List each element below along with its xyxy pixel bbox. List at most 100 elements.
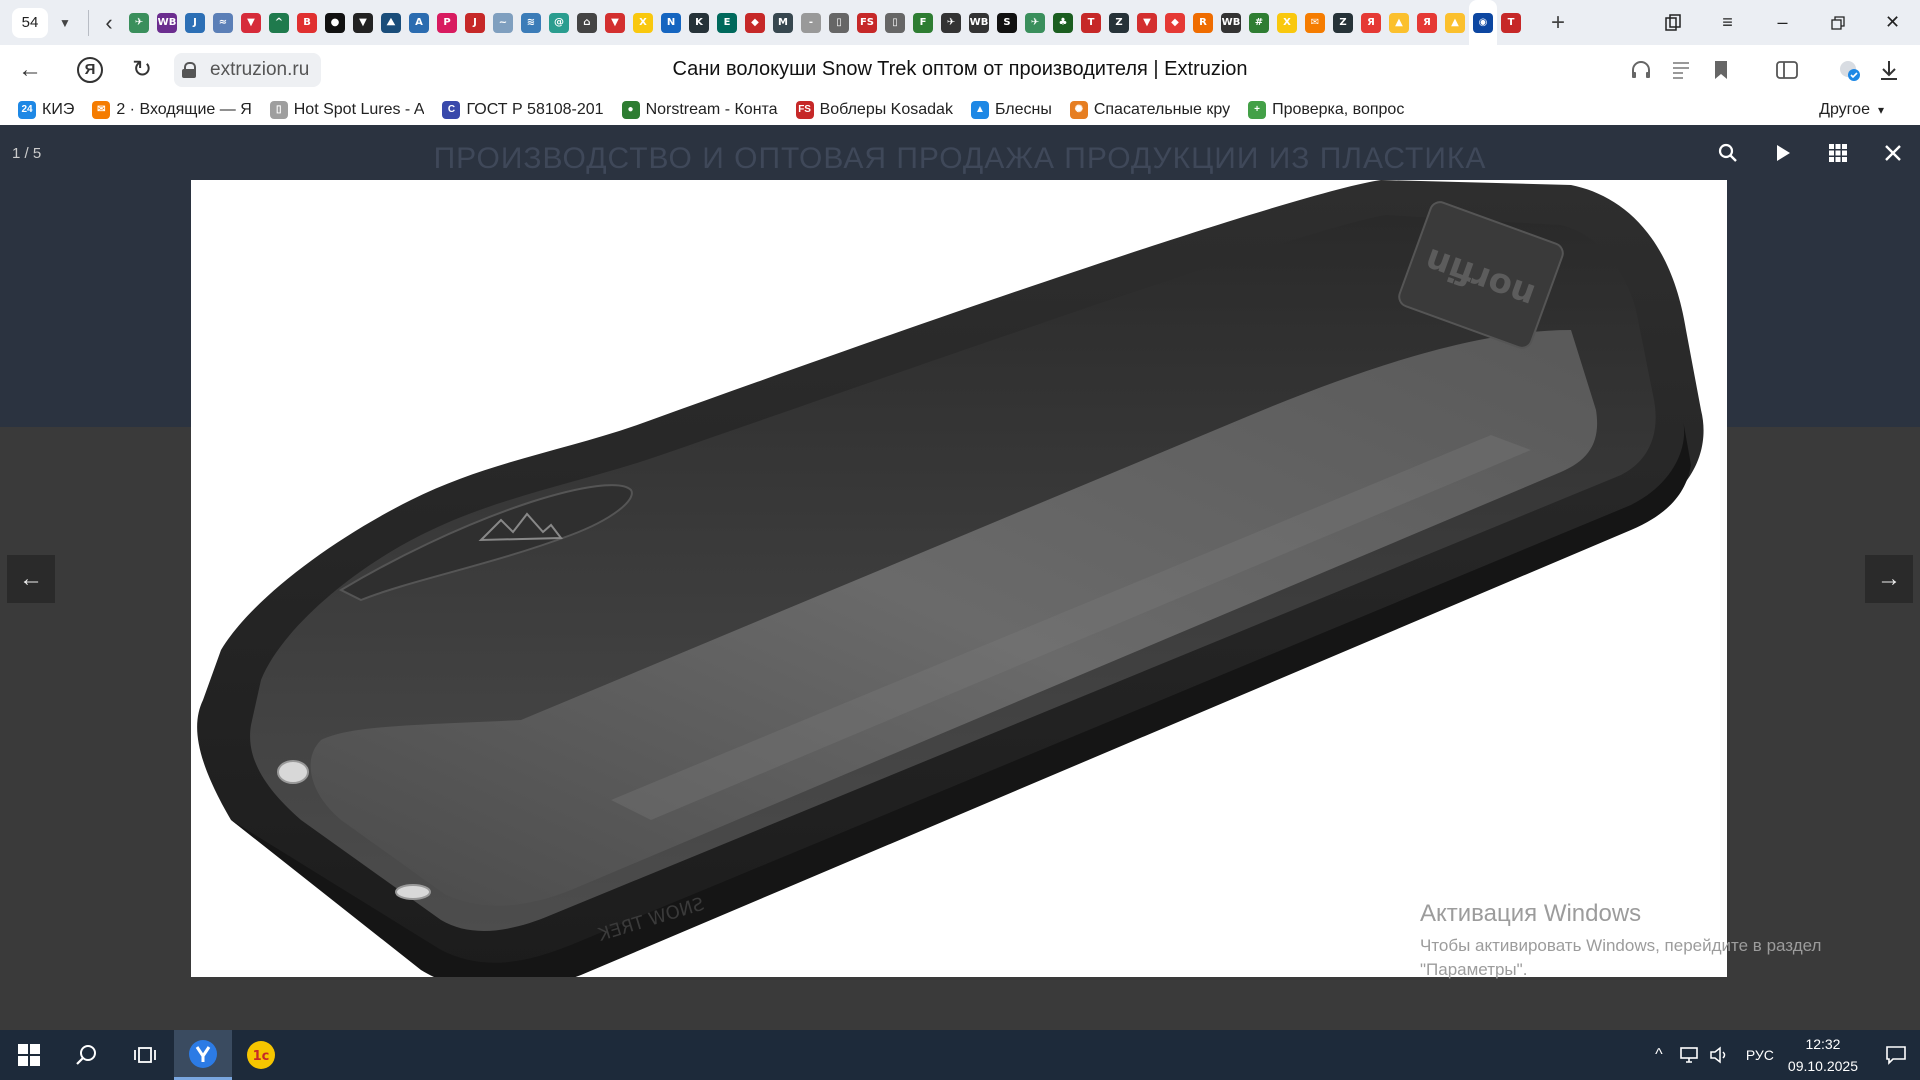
tab-count-button[interactable]: 54 [12, 7, 48, 38]
browser-tab[interactable]: WB [1217, 0, 1245, 45]
browser-tab[interactable]: F [909, 0, 937, 45]
browser-tab[interactable]: X [629, 0, 657, 45]
url-field[interactable]: extruzion.ru [174, 52, 322, 87]
x-icon: X [1277, 12, 1297, 33]
browser-tab[interactable]: ✈ [125, 0, 153, 45]
clock[interactable]: 12:32 09.10.2025 [1788, 1033, 1858, 1077]
bookmark-item[interactable]: 24 КИЭ [18, 100, 74, 119]
back-button[interactable]: ← [8, 50, 52, 90]
browser-tab[interactable]: ◆ [1161, 0, 1189, 45]
browser-tab[interactable]: - [797, 0, 825, 45]
browser-tab[interactable]: @ [545, 0, 573, 45]
browser-tab[interactable]: A [405, 0, 433, 45]
browser-tab[interactable]: ≋ [517, 0, 545, 45]
network-icon[interactable] [1674, 1046, 1704, 1064]
browser-tab[interactable]: P [433, 0, 461, 45]
close-window-button[interactable]: ✕ [1865, 0, 1920, 45]
browser-tab[interactable]: S [993, 0, 1021, 45]
bookmark-item[interactable]: ▯ Hot Spot Lures - A [269, 100, 424, 119]
browser-tab[interactable]: ● [321, 0, 349, 45]
extension-status-icon[interactable] [1832, 53, 1866, 87]
mail-icon: ✉ [92, 100, 111, 119]
zoom-search-icon[interactable] [1700, 125, 1755, 181]
browser-tab[interactable]: ◉ [1469, 0, 1497, 45]
browser-tab[interactable]: WB [965, 0, 993, 45]
browser-tab[interactable]: J [181, 0, 209, 45]
browser-tab[interactable]: J [461, 0, 489, 45]
browser-tab[interactable]: K [685, 0, 713, 45]
browser-tab[interactable]: ≈ [209, 0, 237, 45]
browser-tab[interactable]: ▲ [1441, 0, 1469, 45]
menu-icon[interactable]: ≡ [1700, 0, 1755, 45]
lightbox-tools [1700, 125, 1920, 181]
search-button[interactable] [58, 1030, 116, 1080]
taskbar-1c[interactable]: 1с [232, 1030, 290, 1080]
chevron-down-icon[interactable]: ▼ [54, 8, 76, 38]
browser-tab[interactable]: ⌂ [573, 0, 601, 45]
browser-tab[interactable]: Я [1413, 0, 1441, 45]
browser-tab[interactable]: R [1189, 0, 1217, 45]
chevron-up-icon[interactable]: ^ [1644, 1046, 1674, 1064]
browser-tab[interactable]: T [1077, 0, 1105, 45]
bookmark-item[interactable]: ✺ Спасательные кру [1069, 100, 1230, 119]
yandex-button[interactable]: Я [68, 50, 112, 90]
minimize-button[interactable]: – [1755, 0, 1810, 45]
browser-tab[interactable]: ▼ [349, 0, 377, 45]
browser-tab[interactable]: Я [1357, 0, 1385, 45]
browser-tab[interactable]: Z [1105, 0, 1133, 45]
chevron-left-icon[interactable]: ‹ [99, 10, 119, 36]
language-indicator[interactable]: РУС [1746, 1047, 1774, 1063]
browser-tab[interactable]: # [1245, 0, 1273, 45]
browser-tab[interactable]: ✈ [937, 0, 965, 45]
browser-tab[interactable]: ◆ [741, 0, 769, 45]
bookmark-item[interactable]: ● Norstream - Конта [621, 100, 778, 119]
bookmark-item[interactable]: FS Воблеры Kosadak [795, 100, 953, 119]
download-icon[interactable] [1872, 53, 1906, 87]
bookmark-label: Блесны [994, 100, 1052, 118]
browser-tab[interactable]: M [769, 0, 797, 45]
volume-icon[interactable] [1704, 1046, 1734, 1064]
grid-icon[interactable] [1810, 125, 1865, 181]
browser-tab[interactable]: ⛰ [377, 0, 405, 45]
bookmark-item[interactable]: ▲ Блесны [970, 100, 1052, 119]
browser-tab[interactable]: B [293, 0, 321, 45]
browser-tab[interactable]: ~ [489, 0, 517, 45]
collections-icon[interactable] [1645, 0, 1700, 45]
browser-tab[interactable]: T [1497, 0, 1525, 45]
browser-tab[interactable]: ▼ [237, 0, 265, 45]
next-slide-button[interactable]: → [1865, 555, 1913, 603]
reader-icon[interactable] [1664, 53, 1698, 87]
sidebar-icon[interactable] [1770, 53, 1804, 87]
browser-tab[interactable]: ♣ [1049, 0, 1077, 45]
notifications-button[interactable] [1872, 1030, 1920, 1080]
taskbar-yandex-browser[interactable] [174, 1030, 232, 1080]
browser-tab[interactable]: WB [153, 0, 181, 45]
bookmark-item[interactable]: + Проверка, вопрос [1248, 100, 1404, 119]
bookmarks-other-folder[interactable]: Другое ▾ [1819, 94, 1884, 125]
reload-button[interactable]: ↻ [120, 50, 164, 90]
play-icon[interactable] [1755, 125, 1810, 181]
browser-tab[interactable]: FS [853, 0, 881, 45]
new-tab-button[interactable]: + [1543, 9, 1573, 37]
browser-tab[interactable]: N [657, 0, 685, 45]
browser-tab[interactable]: E [713, 0, 741, 45]
browser-tab[interactable]: Z [1329, 0, 1357, 45]
task-view-button[interactable] [116, 1030, 174, 1080]
headphones-icon[interactable] [1624, 53, 1658, 87]
start-button[interactable] [0, 1030, 58, 1080]
browser-tab[interactable]: ▼ [1133, 0, 1161, 45]
browser-tab[interactable]: ▯ [881, 0, 909, 45]
browser-tab[interactable]: ▼ [601, 0, 629, 45]
browser-tab[interactable]: ✉ [1301, 0, 1329, 45]
prev-slide-button[interactable]: ← [7, 555, 55, 603]
bookmark-icon[interactable] [1704, 53, 1738, 87]
bookmark-item[interactable]: C ГОСТ Р 58108-201 [442, 100, 604, 119]
browser-tab[interactable]: ▲ [1385, 0, 1413, 45]
close-icon[interactable] [1865, 125, 1920, 181]
browser-tab[interactable]: ✈ [1021, 0, 1049, 45]
browser-tab[interactable]: ▯ [825, 0, 853, 45]
bookmark-item[interactable]: ✉ 2 · Входящие — Я [92, 100, 252, 119]
restore-button[interactable] [1810, 0, 1865, 45]
browser-tab[interactable]: X [1273, 0, 1301, 45]
browser-tab[interactable]: ^ [265, 0, 293, 45]
